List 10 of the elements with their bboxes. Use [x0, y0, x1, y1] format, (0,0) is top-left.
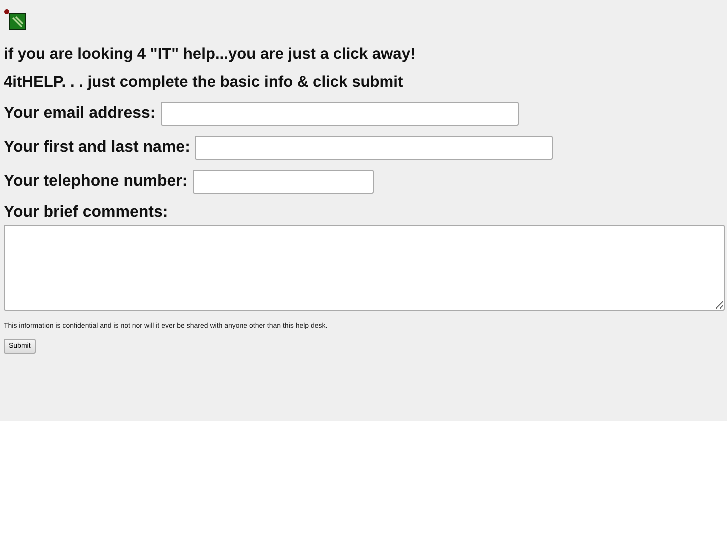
subheadline: 4itHELP. . . just complete the basic info & click submit	[4, 74, 404, 92]
comments-field[interactable]	[4, 225, 725, 311]
field-label: Your email address:	[4, 105, 156, 123]
field-label: Your telephone number:	[4, 173, 188, 191]
field-label: Your brief comments:	[4, 204, 168, 221]
field-label: Your first and last name:	[4, 139, 190, 157]
input-field[interactable]	[160, 102, 519, 126]
input-field[interactable]	[192, 170, 374, 194]
headline: if you are looking 4 "IT" help...you are just a click away!	[4, 46, 417, 64]
input-field[interactable]	[195, 136, 554, 160]
